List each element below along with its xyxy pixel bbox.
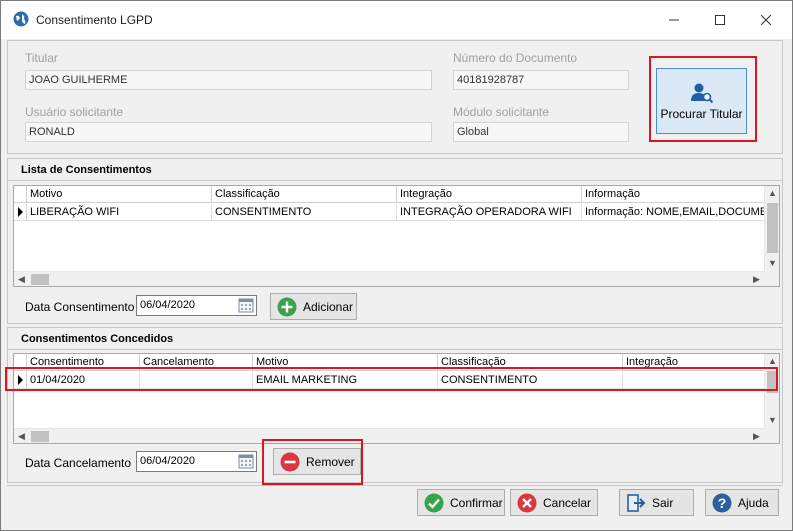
lista-grid-header: Motivo Classificação Integração Informaç… — [14, 186, 766, 203]
row-indicator-icon — [14, 204, 27, 220]
scroll-right-icon[interactable]: ▶ — [749, 429, 764, 443]
svg-text:?: ? — [718, 495, 727, 511]
cell-motivo[interactable]: LIBERAÇÃO WIFI — [27, 204, 212, 220]
column-header-classificacao[interactable]: Classificação — [212, 186, 397, 202]
adicionar-label: Adicionar — [303, 299, 354, 314]
cell-integracao[interactable] — [623, 372, 764, 388]
modulo-field[interactable]: Global — [453, 122, 629, 142]
close-button[interactable] — [743, 1, 789, 39]
cell-cancelamento[interactable] — [140, 372, 253, 388]
usuario-field[interactable]: RONALD — [25, 122, 432, 142]
consentimentos-concedidos-grid[interactable]: Consentimento Cancelamento Motivo Classi… — [13, 353, 780, 444]
column-header-consentimento[interactable]: Consentimento — [27, 354, 140, 370]
scroll-down-icon[interactable]: ▼ — [765, 256, 779, 271]
scroll-left-icon[interactable]: ◀ — [14, 429, 29, 443]
confirm-icon — [424, 493, 444, 512]
user-search-icon — [690, 83, 713, 104]
help-icon: ? — [712, 493, 732, 512]
scroll-up-icon[interactable]: ▲ — [765, 186, 779, 201]
remover-label: Remover — [306, 454, 355, 469]
column-header-classificacao[interactable]: Classificação — [438, 354, 623, 370]
sair-label: Sair — [652, 495, 674, 510]
cancel-icon — [517, 493, 537, 512]
close-icon — [761, 15, 771, 25]
column-header-integracao[interactable]: Integração — [397, 186, 582, 202]
data-consentimento-value: 06/04/2020 — [140, 299, 196, 311]
cell-consentimento[interactable]: 01/04/2020 — [27, 372, 140, 388]
ajuda-label: Ajuda — [738, 495, 769, 510]
table-row[interactable]: LIBERAÇÃO WIFI CONSENTIMENTO INTEGRAÇÃO … — [14, 204, 766, 221]
procurar-titular-label: Procurar Titular — [660, 107, 743, 121]
concedidos-vertical-scrollbar[interactable]: ▲ ▼ — [764, 354, 779, 428]
column-header-cancelamento[interactable]: Cancelamento — [140, 354, 253, 370]
window-title: Consentimento LGPD — [36, 13, 153, 27]
column-header-motivo[interactable]: Motivo — [27, 186, 212, 202]
confirmar-button[interactable]: Confirmar — [417, 489, 505, 516]
scroll-left-icon[interactable]: ◀ — [14, 272, 29, 286]
concedidos-horizontal-scrollbar[interactable]: ◀ ▶ — [14, 428, 764, 443]
cancelar-button[interactable]: Cancelar — [510, 489, 598, 516]
cell-classificacao[interactable]: CONSENTIMENTO — [438, 372, 623, 388]
globe-icon — [13, 11, 29, 27]
title-bar: Consentimento LGPD — [1, 1, 792, 39]
usuario-label: Usuário solicitante — [25, 105, 124, 119]
lista-horizontal-scrollbar[interactable]: ◀ ▶ — [14, 271, 764, 286]
scroll-right-icon[interactable]: ▶ — [749, 272, 764, 286]
cell-classificacao[interactable]: CONSENTIMENTO — [212, 204, 397, 220]
exit-icon — [627, 493, 646, 512]
adicionar-button[interactable]: Adicionar — [270, 293, 357, 320]
cell-informacao[interactable]: Informação: NOME,EMAIL,DOCUME — [582, 204, 766, 220]
procurar-titular-button[interactable]: Procurar Titular — [656, 68, 747, 134]
ajuda-button[interactable]: ? Ajuda — [705, 489, 779, 516]
add-icon — [277, 297, 297, 316]
data-cancelamento-label: Data Cancelamento — [25, 456, 132, 470]
consentimento-window: Consentimento LGPD Titular JOAO GUILHERM… — [0, 0, 793, 531]
scroll-up-icon[interactable]: ▲ — [765, 354, 779, 369]
footer-bar: Confirmar Cancelar Sair ? Ajuda — [7, 485, 783, 525]
lista-consentimentos-grid[interactable]: Motivo Classificação Integração Informaç… — [13, 185, 780, 287]
column-header-motivo[interactable]: Motivo — [253, 354, 438, 370]
remove-icon — [280, 452, 300, 471]
data-cancelamento-field[interactable]: 06/04/2020 — [136, 451, 257, 472]
maximize-button[interactable] — [697, 1, 743, 39]
consentimentos-concedidos-title: Consentimentos Concedidos — [8, 328, 782, 350]
sair-button[interactable]: Sair — [619, 489, 694, 516]
documento-label: Número do Documento — [453, 51, 578, 65]
concedidos-grid-header: Consentimento Cancelamento Motivo Classi… — [14, 354, 766, 371]
row-indicator-icon — [14, 372, 27, 388]
lista-vertical-scrollbar[interactable]: ▲ ▼ — [764, 186, 779, 271]
cell-motivo[interactable]: EMAIL MARKETING — [253, 372, 438, 388]
minimize-button[interactable] — [651, 1, 697, 39]
titular-field[interactable]: JOAO GUILHERME — [25, 70, 432, 90]
confirmar-label: Confirmar — [450, 495, 503, 510]
lista-consentimentos-panel: Lista de Consentimentos Motivo Classific… — [7, 158, 783, 324]
documento-field[interactable]: 40181928787 — [453, 70, 629, 90]
minimize-icon — [669, 19, 679, 21]
scroll-down-icon[interactable]: ▼ — [765, 413, 779, 428]
maximize-icon — [715, 15, 725, 25]
data-consentimento-field[interactable]: 06/04/2020 — [136, 295, 257, 316]
data-cancelamento-value: 06/04/2020 — [140, 455, 196, 467]
calendar-icon[interactable] — [237, 297, 255, 314]
remover-button[interactable]: Remover — [273, 448, 361, 475]
calendar-icon[interactable] — [237, 453, 255, 470]
data-consentimento-label: Data Consentimento — [25, 300, 135, 314]
column-header-integracao[interactable]: Integração — [623, 354, 764, 370]
column-header-informacao[interactable]: Informação — [582, 186, 766, 202]
titular-label: Titular — [25, 51, 58, 65]
consentimentos-concedidos-panel: Consentimentos Concedidos Consentimento … — [7, 327, 783, 483]
cell-integracao[interactable]: INTEGRAÇÃO OPERADORA WIFI — [397, 204, 582, 220]
lista-consentimentos-title: Lista de Consentimentos — [8, 159, 782, 181]
modulo-label: Módulo solicitante — [453, 105, 550, 119]
cancelar-label: Cancelar — [543, 495, 592, 510]
table-row[interactable]: 01/04/2020 EMAIL MARKETING CONSENTIMENTO — [14, 372, 766, 389]
